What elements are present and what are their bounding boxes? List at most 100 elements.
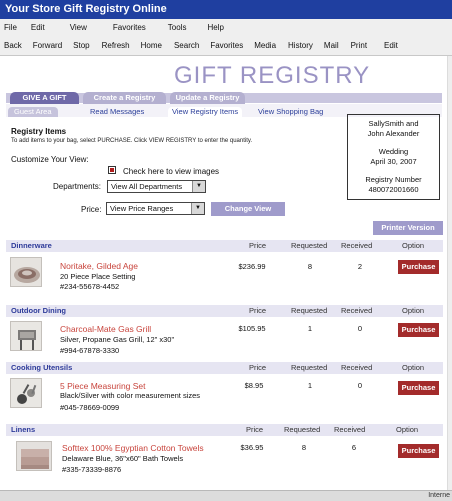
price-label: Price: xyxy=(81,205,102,214)
tab-give-a-gift[interactable]: GIVE A GIFT xyxy=(10,92,79,104)
purchase-button[interactable]: Purchase xyxy=(398,260,439,274)
item-price: $236.99 xyxy=(238,262,266,271)
item-received: 0 xyxy=(357,381,363,390)
subtab-view-registry-items[interactable]: View Registry Items xyxy=(168,107,243,117)
item-number: #234-55678-4452 xyxy=(60,282,120,291)
subtab-read-messages[interactable]: Read Messages xyxy=(90,107,144,117)
measuring-set-image xyxy=(11,379,41,407)
item-requested: 1 xyxy=(307,324,313,333)
item-description: 20 Piece Place Setting xyxy=(60,272,136,281)
forward-button[interactable]: Forward xyxy=(33,41,62,50)
item-requested: 8 xyxy=(307,262,313,271)
col-option: Option xyxy=(402,241,425,250)
item-requested: 8 xyxy=(301,443,307,452)
item-thumbnail xyxy=(10,378,42,408)
col-price: Price xyxy=(246,425,264,434)
browser-toolbar: Back Forward Stop Refresh Home Search Fa… xyxy=(0,36,452,56)
item-title[interactable]: Noritake, Gilded Age xyxy=(60,261,138,271)
subtab-view-shopping-bag[interactable]: View Shopping Bag xyxy=(258,107,323,117)
favorites-button[interactable]: Favorites xyxy=(210,41,243,50)
menu-bar: File Edit View Favorites Tools Help xyxy=(0,19,452,36)
tab-update-registry[interactable]: Update a Registry xyxy=(170,92,245,104)
purchase-button[interactable]: Purchase xyxy=(398,381,439,395)
registry-heading: Registry Items xyxy=(11,127,67,136)
registry-number-label: Registry Number xyxy=(365,175,422,184)
history-button[interactable]: History xyxy=(288,41,313,50)
col-price: Price xyxy=(249,306,267,315)
item-price: $8.95 xyxy=(244,381,264,390)
media-button[interactable]: Media xyxy=(254,41,276,50)
menu-favorites[interactable]: Favorites xyxy=(113,23,146,32)
menu-edit[interactable]: Edit xyxy=(31,23,45,32)
col-received: Received xyxy=(341,241,373,250)
registry-info-box: SallySmith and John Alexander Wedding Ap… xyxy=(347,114,440,200)
section-header-outdoor-dining: Outdoor Dining Price Requested Received … xyxy=(6,305,443,317)
tab-create-registry[interactable]: Create a Registry xyxy=(83,92,166,104)
item-description: Silver, Propane Gas Grill, 12" x30" xyxy=(60,335,175,344)
section-title: Outdoor Dining xyxy=(11,306,66,315)
mail-button[interactable]: Mail xyxy=(324,41,339,50)
customize-label: Customize Your View: xyxy=(11,155,89,164)
event-date: April 30, 2007 xyxy=(370,156,417,166)
section-header-dinnerware: Dinnerware Price Requested Received Opti… xyxy=(6,240,443,252)
back-button[interactable]: Back xyxy=(4,41,22,50)
stop-button[interactable]: Stop xyxy=(73,41,89,50)
grill-image xyxy=(11,322,41,350)
item-price: $36.95 xyxy=(240,443,264,452)
chevron-down-icon: ▼ xyxy=(191,203,204,214)
registry-number: 480072001660 xyxy=(368,184,419,194)
item-description: Black/Silver with color measurement size… xyxy=(60,391,201,400)
item-number: #335-73339-8876 xyxy=(62,465,122,474)
edit-button[interactable]: Edit xyxy=(384,41,398,50)
registry-help-text: To add items to your bag, select PURCHAS… xyxy=(11,138,253,144)
print-button[interactable]: Print xyxy=(351,41,367,50)
printer-version-button[interactable]: Printer Version xyxy=(373,221,443,235)
col-price: Price xyxy=(249,241,267,250)
departments-select[interactable]: View All Departments ▼ xyxy=(107,180,206,193)
col-option: Option xyxy=(396,425,419,434)
section-title: Dinnerware xyxy=(11,241,52,250)
view-images-checkbox[interactable] xyxy=(108,166,116,174)
col-option: Option xyxy=(402,363,425,372)
item-title[interactable]: Softtex 100% Egyptian Cotton Towels xyxy=(62,443,204,453)
menu-view[interactable]: View xyxy=(70,23,87,32)
item-title[interactable]: Charcoal-Mate Gas Grill xyxy=(60,324,151,334)
departments-select-value: View All Departments xyxy=(111,182,183,191)
purchase-button[interactable]: Purchase xyxy=(398,323,439,337)
purchase-button[interactable]: Purchase xyxy=(398,444,439,458)
item-number: #045-78669-0099 xyxy=(60,403,120,412)
registrant-names-line1: SallySmith and xyxy=(368,119,419,128)
col-received: Received xyxy=(341,363,373,372)
change-view-button[interactable]: Change View xyxy=(211,202,285,216)
towels-image xyxy=(17,442,51,470)
item-title[interactable]: 5 Piece Measuring Set xyxy=(60,381,146,391)
col-requested: Requested xyxy=(291,241,328,250)
view-images-label: Check here to view images xyxy=(123,167,220,176)
item-thumbnail xyxy=(10,321,42,351)
item-price: $105.95 xyxy=(238,324,266,333)
menu-help[interactable]: Help xyxy=(207,23,223,32)
window-title: Your Store Gift Registry Online xyxy=(0,0,452,19)
col-requested: Requested xyxy=(291,306,328,315)
search-button[interactable]: Search xyxy=(174,41,199,50)
price-select-value: View Price Ranges xyxy=(110,204,174,213)
vertical-scrollbar[interactable] xyxy=(447,56,452,490)
menu-file[interactable]: File xyxy=(4,23,17,32)
page-title: GIFT REGISTRY xyxy=(174,62,371,89)
price-select[interactable]: View Price Ranges ▼ xyxy=(106,202,205,215)
chevron-down-icon: ▼ xyxy=(192,181,205,192)
subtab-guest-area[interactable]: Guest Area xyxy=(8,107,58,117)
section-title: Cooking Utensils xyxy=(11,363,73,372)
item-thumbnail xyxy=(10,257,42,287)
item-requested: 1 xyxy=(307,381,313,390)
section-header-linens: Linens Price Requested Received Option xyxy=(6,424,443,436)
item-description: Delaware Blue, 36"x60" Bath Towels xyxy=(62,454,184,463)
security-zone-label: Interne xyxy=(428,492,450,499)
section-header-cooking-utensils: Cooking Utensils Price Requested Receive… xyxy=(6,362,443,374)
refresh-button[interactable]: Refresh xyxy=(102,41,130,50)
col-requested: Requested xyxy=(291,363,328,372)
dinnerware-image xyxy=(11,258,41,286)
menu-tools[interactable]: Tools xyxy=(168,23,187,32)
home-button[interactable]: Home xyxy=(141,41,162,50)
item-received: 2 xyxy=(357,262,363,271)
